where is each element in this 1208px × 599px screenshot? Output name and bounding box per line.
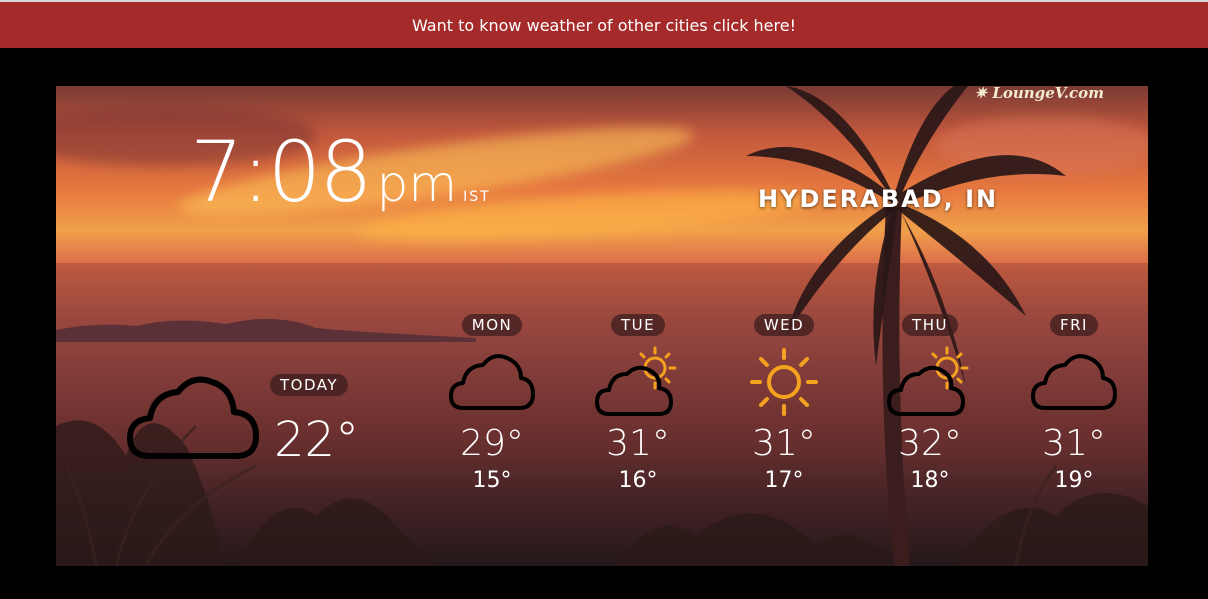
partly-sunny-icon bbox=[595, 346, 677, 416]
sparkle-icon: ✷ bbox=[974, 86, 993, 102]
forecast-low: 15° bbox=[472, 468, 512, 493]
forecast-day-label: THU bbox=[902, 314, 958, 336]
forecast-day: WED 31° 17° bbox=[734, 314, 834, 492]
forecast-day-label: TUE bbox=[610, 314, 666, 336]
forecast-day-label: MON bbox=[461, 314, 523, 336]
forecast-day-label: FRI bbox=[1050, 314, 1098, 336]
forecast-high: 31° bbox=[752, 423, 816, 464]
cloud-icon bbox=[449, 354, 535, 410]
loungev-watermark: ✷ LoungeV.com bbox=[974, 86, 1104, 102]
forecast-low: 17° bbox=[764, 468, 804, 493]
cloud-icon bbox=[1031, 354, 1117, 410]
forecast-day: THU 32° 18° bbox=[880, 314, 980, 492]
forecast-day-label: WED bbox=[753, 314, 815, 336]
today-weather: TODAY 22° bbox=[116, 372, 476, 492]
forecast-high: 29° bbox=[460, 423, 524, 464]
clock-timezone: IST bbox=[463, 189, 491, 205]
partly-sunny-icon bbox=[887, 346, 969, 416]
cloud-icon bbox=[127, 376, 259, 459]
forecast-low: 19° bbox=[1054, 468, 1094, 493]
forecast-day: MON 29° 15° bbox=[442, 314, 542, 492]
forecast-low: 18° bbox=[910, 468, 950, 493]
city-name: HYDERABAD, IN bbox=[758, 185, 999, 213]
weather-card: ✷ LoungeV.com 7:08 pm IST HYDERABAD, IN … bbox=[56, 86, 1148, 566]
forecast-high: 31° bbox=[1042, 423, 1106, 464]
sun-icon bbox=[750, 348, 818, 416]
forecast-day: FRI 31° 19° bbox=[1024, 314, 1124, 492]
today-temp: 22° bbox=[274, 412, 360, 468]
today-label: TODAY bbox=[270, 374, 349, 396]
forecast-low: 16° bbox=[618, 468, 658, 493]
clock-ampm: pm bbox=[376, 155, 458, 213]
forecast-high: 31° bbox=[606, 423, 670, 464]
clock: 7:08 pm IST bbox=[190, 130, 491, 214]
forecast-high: 32° bbox=[898, 423, 962, 464]
other-cities-banner-link[interactable]: Want to know weather of other cities cli… bbox=[0, 2, 1208, 48]
clock-time: 7:08 bbox=[190, 123, 373, 221]
forecast-day: TUE 31° 16° bbox=[588, 314, 688, 492]
